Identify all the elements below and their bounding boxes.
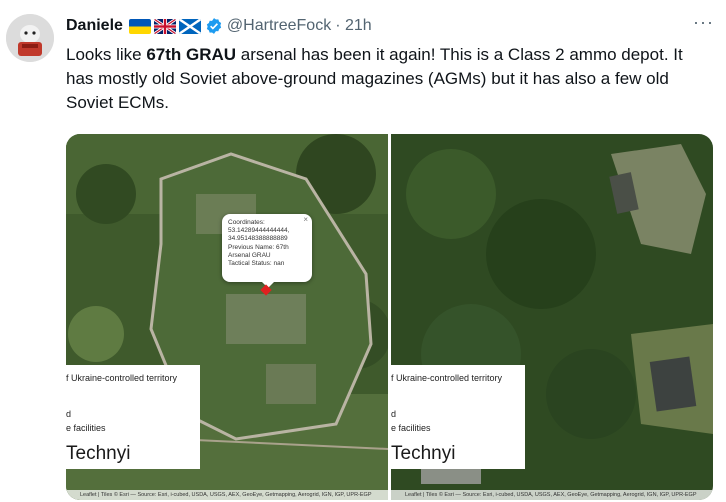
scotland-flag-icon <box>178 18 201 34</box>
brand-logo: Technyi <box>66 443 131 464</box>
ukraine-flag-icon <box>128 18 151 34</box>
map-image-right[interactable]: f Ukraine-controlled territory d e facil… <box>391 134 713 500</box>
map-attribution: Leaflet | Tiles © Esri — Source: Esri, i… <box>391 490 713 500</box>
flag-emojis <box>128 18 201 34</box>
popup-line: Previous Name: 67th <box>228 243 289 251</box>
map-image-left[interactable]: × Coordinates: 53.14289444444444, 34.951… <box>66 134 388 500</box>
tweet-text-part: Looks like <box>66 45 147 64</box>
brand-logo: Technyi <box>391 443 456 464</box>
popup-line: 34.95148388888889 <box>228 235 288 243</box>
author-name[interactable]: Daniele <box>66 17 123 35</box>
tweet-text-bold: 67th GRAU <box>146 45 237 64</box>
author-handle[interactable]: @HartreeFock <box>227 17 331 35</box>
legend-line: f Ukraine-controlled territory <box>66 373 178 383</box>
popup-close-icon[interactable]: × <box>303 215 308 224</box>
legend-line: d <box>66 409 72 419</box>
popup-line: Coordinates: <box>228 219 265 226</box>
tweet-text: Looks like 67th GRAU arsenal has been it… <box>66 43 712 115</box>
legend-line: d <box>391 409 397 419</box>
popup-line: Tactical Status: nan <box>228 260 285 268</box>
map-legend: f Ukraine-controlled territory d e facil… <box>66 365 200 469</box>
map-attribution: Leaflet | Tiles © Esri — Source: Esri, i… <box>66 490 388 500</box>
tweet-media[interactable]: × Coordinates: 53.14289444444444, 34.951… <box>66 134 713 500</box>
legend-line: e facilities <box>391 423 431 433</box>
popup-line: Arsenal GRAU <box>228 251 271 259</box>
map-popup: × Coordinates: 53.14289444444444, 34.951… <box>222 214 312 288</box>
tweet-header: Daniele @HartreeFock · 21h <box>66 14 706 38</box>
verified-badge-icon <box>205 17 223 35</box>
map-legend: f Ukraine-controlled territory d e facil… <box>391 365 525 469</box>
avatar[interactable] <box>6 14 54 62</box>
tweet-timestamp[interactable]: · 21h <box>335 17 371 35</box>
uk-flag-icon <box>153 18 176 34</box>
popup-line: 53.14289444444444, <box>228 227 290 235</box>
legend-line: e facilities <box>66 423 106 433</box>
more-options-icon[interactable]: ··· <box>693 12 714 33</box>
legend-line: f Ukraine-controlled territory <box>391 373 503 383</box>
